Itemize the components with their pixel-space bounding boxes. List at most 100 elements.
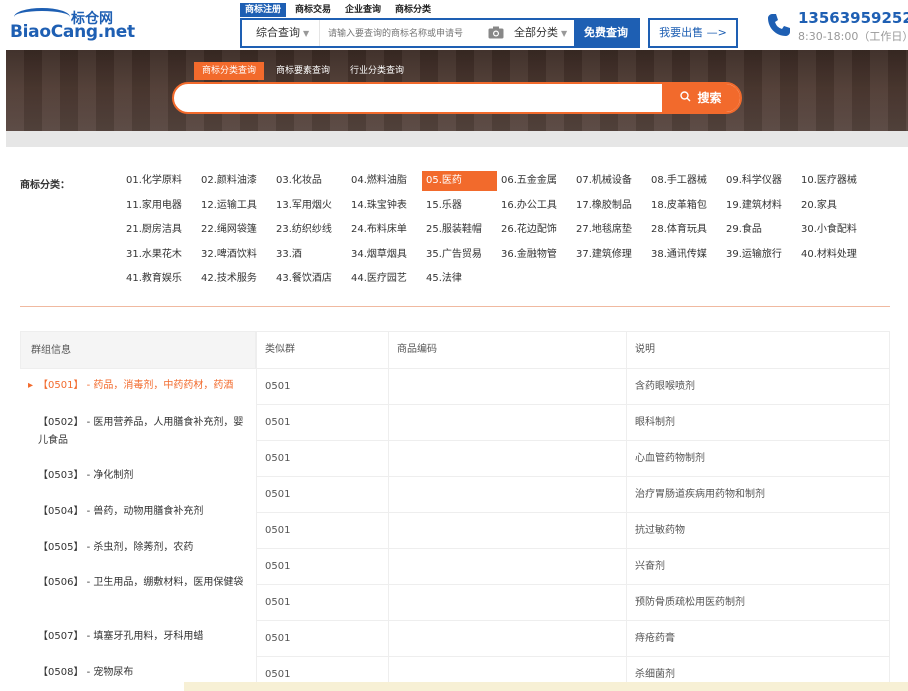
category-item[interactable]: 38.通讯传媒 bbox=[647, 245, 722, 265]
category-item[interactable]: 09.科学仪器 bbox=[722, 171, 797, 191]
category-item[interactable]: 14.珠宝钟表 bbox=[347, 196, 422, 216]
site-logo[interactable]: 标仓网 BiaoCang.net bbox=[8, 6, 135, 44]
cell-similar-group: 0501 bbox=[265, 453, 291, 464]
category-item[interactable]: 23.纺织纱线 bbox=[272, 220, 347, 240]
category-item[interactable]: 43.餐饮酒店 bbox=[272, 269, 347, 289]
category-item[interactable]: 32.啤酒饮料 bbox=[197, 245, 272, 265]
hero-banner: 商标分类查询 商标要素查询 行业分类查询 搜索 bbox=[6, 50, 908, 147]
tab-category-query[interactable]: 商标分类查询 bbox=[194, 62, 265, 80]
category-item[interactable]: 07.机械设备 bbox=[572, 171, 647, 191]
column-header-similar-group: 类似群 bbox=[265, 344, 295, 355]
table-row: 0501 心血管药物制剂 bbox=[257, 441, 890, 477]
category-label: 商标分类： bbox=[20, 180, 70, 191]
category-item[interactable]: 25.服装鞋帽 bbox=[422, 220, 497, 240]
sell-button[interactable]: 我要出售 —> bbox=[648, 18, 738, 48]
logo-english-name: BiaoCang.net bbox=[10, 22, 135, 42]
cell-similar-group: 0501 bbox=[265, 417, 291, 428]
group-item[interactable]: 【0506】 - 卫生用品，绷敷材料，医用保健袋 bbox=[20, 574, 257, 592]
cell-similar-group: 0501 bbox=[265, 597, 291, 608]
category-item[interactable]: 27.地毯席垫 bbox=[572, 220, 647, 240]
banner-search-button[interactable]: 搜索 bbox=[662, 84, 740, 112]
category-item[interactable]: 45.法律 bbox=[422, 269, 497, 289]
cell-similar-group: 0501 bbox=[265, 525, 291, 536]
chevron-down-icon: ▼ bbox=[303, 29, 310, 38]
banner-search-input[interactable] bbox=[188, 84, 648, 112]
category-item[interactable]: 19.建筑材料 bbox=[722, 196, 797, 216]
table-row: 0501 治疗胃肠道疾病用药物和制剂 bbox=[257, 477, 890, 513]
tab-trademark-trade[interactable]: 商标交易 bbox=[290, 3, 336, 17]
category-item[interactable]: 21.厨房洁具 bbox=[122, 220, 197, 240]
search-tabs: 商标注册 商标交易 企业查询 商标分类 bbox=[240, 3, 440, 17]
category-item[interactable]: 35.广告贸易 bbox=[422, 245, 497, 265]
category-item[interactable]: 24.布料床单 bbox=[347, 220, 422, 240]
search-input[interactable] bbox=[328, 20, 488, 46]
category-item[interactable]: 02.颜料油漆 bbox=[197, 171, 272, 191]
category-item[interactable]: 39.运输旅行 bbox=[722, 245, 797, 265]
table-row: 0501 预防骨质疏松用医药制剂 bbox=[257, 585, 890, 621]
table-row: 0501 含药眼喉喷剂 bbox=[257, 369, 890, 405]
phone-icon bbox=[768, 14, 790, 36]
table-row: 0501 痔疮药膏 bbox=[257, 621, 890, 657]
group-item[interactable]: 【0501】 - 药品，消毒剂，中药药材，药酒 bbox=[20, 377, 257, 395]
category-item[interactable]: 01.化学原料 bbox=[122, 171, 197, 191]
group-item[interactable]: 【0505】 - 杀虫剂，除莠剂，农药 bbox=[20, 539, 257, 557]
tab-industry-query[interactable]: 行业分类查询 bbox=[342, 62, 412, 80]
chevron-down-icon: ▼ bbox=[561, 29, 568, 38]
banner-search-label: 搜索 bbox=[697, 91, 722, 105]
category-item[interactable]: 03.化妆品 bbox=[272, 171, 347, 191]
group-item[interactable]: 【0508】 - 宠物尿布 bbox=[20, 664, 257, 682]
camera-icon[interactable] bbox=[488, 26, 504, 39]
category-select-value: 全部分类 bbox=[514, 26, 558, 39]
category-item[interactable]: 04.燃料油脂 bbox=[347, 171, 422, 191]
category-item[interactable]: 41.教育娱乐 bbox=[122, 269, 197, 289]
search-type-select[interactable]: 综合查询 ▼ bbox=[242, 20, 320, 46]
banner-bottom-strip bbox=[6, 131, 908, 147]
group-item[interactable]: 【0503】 - 净化制剂 bbox=[20, 467, 257, 485]
cell-description: 抗过敏药物 bbox=[635, 525, 685, 536]
category-item[interactable]: 29.食品 bbox=[722, 220, 797, 240]
category-item[interactable]: 44.医疗园艺 bbox=[347, 269, 422, 289]
table-row: 0501 眼科制剂 bbox=[257, 405, 890, 441]
category-item[interactable]: 10.医疗器械 bbox=[797, 171, 872, 191]
category-item[interactable]: 16.办公工具 bbox=[497, 196, 572, 216]
cell-similar-group: 0501 bbox=[265, 381, 291, 392]
category-item[interactable]: 18.皮革箱包 bbox=[647, 196, 722, 216]
category-item[interactable]: 15.乐器 bbox=[422, 196, 497, 216]
category-item[interactable]: 26.花边配饰 bbox=[497, 220, 572, 240]
group-list: 群组信息 【0501】 - 药品，消毒剂，中药药材，药酒【0502】 - 医用营… bbox=[20, 331, 257, 691]
category-item[interactable]: 37.建筑修理 bbox=[572, 245, 647, 265]
category-item[interactable]: 05.医药 bbox=[422, 171, 497, 191]
category-item[interactable]: 33.酒 bbox=[272, 245, 347, 265]
category-item[interactable]: 28.体育玩具 bbox=[647, 220, 722, 240]
cell-description: 含药眼喉喷剂 bbox=[635, 381, 695, 392]
search-icon bbox=[680, 85, 691, 112]
tab-trademark-register[interactable]: 商标注册 bbox=[240, 3, 287, 17]
tab-element-query[interactable]: 商标要素查询 bbox=[268, 62, 338, 80]
group-item[interactable]: 【0502】 - 医用营养品，人用膳食补充剂，婴儿食品 bbox=[20, 414, 257, 450]
group-item[interactable]: 【0507】 - 填塞牙孔用料，牙科用蜡 bbox=[20, 628, 257, 646]
category-item[interactable]: 31.水果花木 bbox=[122, 245, 197, 265]
category-item[interactable]: 34.烟草烟具 bbox=[347, 245, 422, 265]
search-type-value: 综合查询 bbox=[256, 26, 300, 39]
site-header: 标仓网 BiaoCang.net 商标注册 商标交易 企业查询 商标分类 综合查… bbox=[0, 0, 908, 50]
header-search-box: 综合查询▼ 全部分类▼ 免费查询 bbox=[240, 18, 640, 48]
category-item[interactable]: 22.绳网袋篷 bbox=[197, 220, 272, 240]
category-item[interactable]: 12.运输工具 bbox=[197, 196, 272, 216]
category-item[interactable]: 42.技术服务 bbox=[197, 269, 272, 289]
category-select[interactable]: 全部分类 ▼ bbox=[514, 20, 567, 46]
category-item[interactable]: 13.军用烟火 bbox=[272, 196, 347, 216]
category-item[interactable]: 30.小食配料 bbox=[797, 220, 872, 240]
category-item[interactable]: 08.手工器械 bbox=[647, 171, 722, 191]
category-item[interactable]: 06.五金金属 bbox=[497, 171, 572, 191]
group-item[interactable]: 【0504】 - 兽药，动物用膳食补充剂 bbox=[20, 503, 257, 521]
category-item[interactable]: 36.金融物管 bbox=[497, 245, 572, 265]
category-item[interactable]: 17.橡胶制品 bbox=[572, 196, 647, 216]
tab-trademark-category[interactable]: 商标分类 bbox=[390, 3, 436, 17]
phone-number: 13563959252 bbox=[798, 9, 908, 27]
category-item[interactable]: 11.家用电器 bbox=[122, 196, 197, 216]
free-query-button[interactable]: 免费查询 bbox=[574, 20, 638, 46]
category-item[interactable]: 20.家具 bbox=[797, 196, 872, 216]
cell-similar-group: 0501 bbox=[265, 561, 291, 572]
category-item[interactable]: 40.材料处理 bbox=[797, 245, 872, 265]
tab-company-query[interactable]: 企业查询 bbox=[340, 3, 386, 17]
